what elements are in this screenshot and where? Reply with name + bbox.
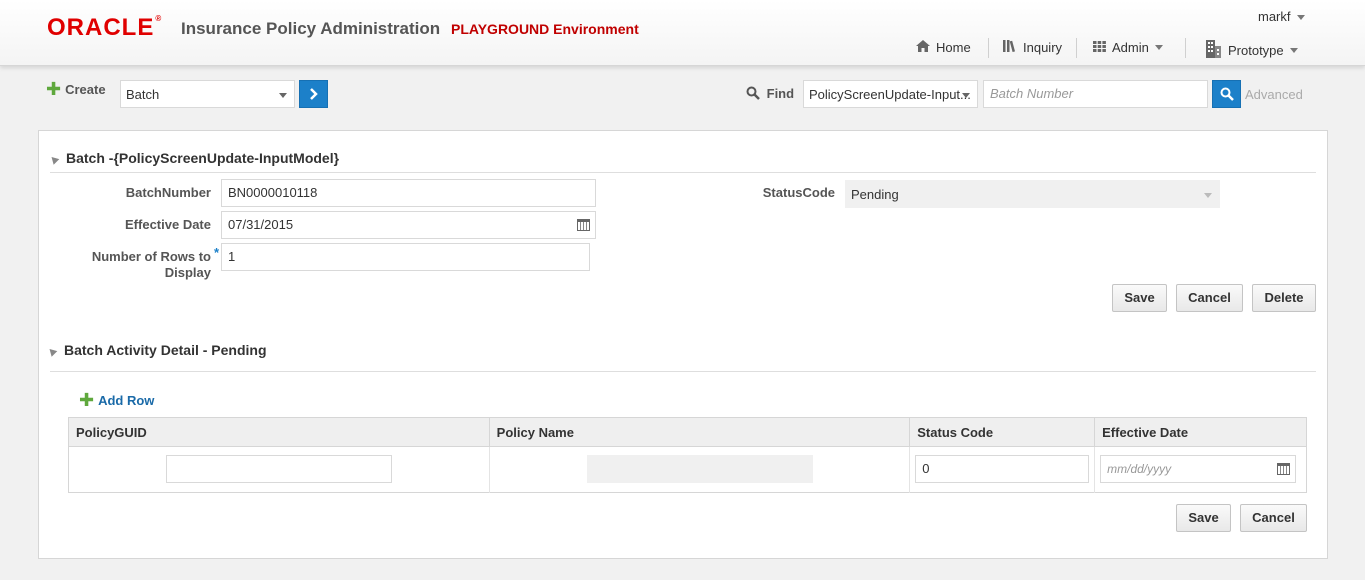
search-button[interactable] [1212,80,1241,108]
batch-cancel-button[interactable]: Cancel [1176,284,1243,312]
nav-divider [1185,38,1186,58]
nav-divider [1076,38,1077,58]
batch-delete-button[interactable]: Delete [1252,284,1316,312]
environment-label: PLAYGROUND Environment [451,21,639,37]
create-type-value: Batch [126,87,160,102]
find-type-select[interactable]: PolicyScreenUpdate-Input... [803,80,978,108]
detail-section-header[interactable]: Batch Activity Detail - Pending [46,342,267,358]
policy-name-readonly [586,455,813,483]
column-header-policyguid[interactable]: PolicyGUID [68,417,490,447]
rows-label-line2: Display [164,265,211,280]
chevron-down-icon [1289,48,1298,53]
status-code-cell: 0 [909,446,1096,493]
policyguid-cell [68,446,490,493]
create-action[interactable]: ✚ Create [46,80,106,98]
column-header-policy-name[interactable]: Policy Name [489,417,911,447]
search-placeholder: Batch Number [990,86,1074,101]
grid-icon [1093,40,1106,55]
nav-home-label: Home [936,40,971,55]
user-menu[interactable]: markf [1258,9,1305,24]
nav-divider [988,38,989,58]
home-icon [916,40,930,55]
chevron-down-icon [1154,45,1163,50]
chevron-down-icon [1296,15,1305,21]
nav-inquiry-label: Inquiry [1023,40,1063,55]
collapse-icon [46,345,58,357]
plus-icon: ✚ [46,79,62,99]
user-name: markf [1258,9,1291,24]
batch-section-header[interactable]: Batch -{PolicyScreenUpdate-InputModel} [48,150,340,166]
create-label: Create [65,81,106,97]
batch-number-field[interactable]: BN0000010118 [221,179,596,207]
status-code-input[interactable]: 0 [915,455,1090,483]
chevron-down-icon [279,93,287,98]
nav-home[interactable]: Home [916,40,971,55]
effective-date-label: Effective Date [125,217,211,232]
add-row-button[interactable]: ✚ Add Row [79,391,154,409]
batch-activity-table: PolicyGUID Policy Name Status Code Effec… [68,417,1307,493]
app-header: ORACLE® Insurance Policy Administration … [0,0,1365,66]
status-code-label: StatusCode [762,185,835,200]
create-go-button[interactable] [299,80,328,108]
add-row-label: Add Row [98,392,155,408]
table-row: 0 mm/dd/yyyy [68,446,1307,493]
rows-to-display-field[interactable]: 1 [221,243,590,271]
nav-prototype-label: Prototype [1228,43,1284,58]
effective-date-cell: mm/dd/yyyy [1095,447,1307,493]
batch-save-button[interactable]: Save [1112,284,1167,312]
nav-admin-label: Admin [1112,40,1149,55]
row-effective-date-input[interactable]: mm/dd/yyyy [1100,455,1297,483]
column-header-effective-date[interactable]: Effective Date [1094,417,1307,447]
status-code-select[interactable]: Pending [845,180,1220,208]
chevron-right-icon [309,85,319,102]
detail-section-title: Batch Activity Detail - Pending [64,342,267,358]
detail-save-button[interactable]: Save [1176,504,1231,532]
batch-section-title: Batch -{PolicyScreenUpdate-InputModel} [66,150,340,166]
calendar-icon[interactable] [1277,463,1291,475]
status-code-value: Pending [851,187,899,202]
find-label: Find [746,86,794,101]
status-code-cell-value: 0 [922,461,930,476]
find-type-value: PolicyScreenUpdate-Input... [809,87,971,102]
oracle-logo: ORACLE® [47,14,163,41]
batch-number-value: BN0000010118 [228,185,318,200]
plus-icon: ✚ [79,390,95,410]
divider [50,371,1316,372]
nav-inquiry[interactable]: Inquiry [1003,40,1062,55]
library-icon [1003,40,1017,55]
required-marker: * [213,245,219,260]
search-icon [746,86,767,101]
find-label-text: Find [766,86,795,101]
detail-cancel-button[interactable]: Cancel [1240,504,1307,532]
nav-prototype[interactable]: Prototype [1205,40,1298,61]
calendar-icon[interactable] [577,219,590,231]
create-type-select[interactable]: Batch [120,80,295,108]
advanced-search-link[interactable]: Advanced [1245,87,1303,102]
rows-to-display-label: * Number of Rows to Display [60,245,219,281]
column-header-status-code[interactable]: Status Code [909,417,1096,447]
effective-date-value: 07/31/2015 [228,217,294,232]
policy-name-cell [489,446,911,493]
collapse-icon [48,153,60,165]
building-icon [1205,40,1222,61]
rows-label-line1: Number of Rows to [91,249,211,264]
policyguid-input[interactable] [166,455,392,483]
divider [50,172,1316,173]
chevron-down-icon [1204,193,1212,198]
chevron-down-icon [962,93,970,98]
batch-number-search-input[interactable]: Batch Number [983,80,1208,108]
effective-date-field[interactable]: 07/31/2015 [221,211,596,239]
nav-admin[interactable]: Admin [1093,40,1163,55]
date-placeholder: mm/dd/yyyy [1107,462,1172,476]
batch-number-label: BatchNumber [125,185,211,200]
search-icon [1220,85,1234,102]
app-title: Insurance Policy Administration [181,19,441,38]
rows-to-display-value: 1 [228,249,236,264]
